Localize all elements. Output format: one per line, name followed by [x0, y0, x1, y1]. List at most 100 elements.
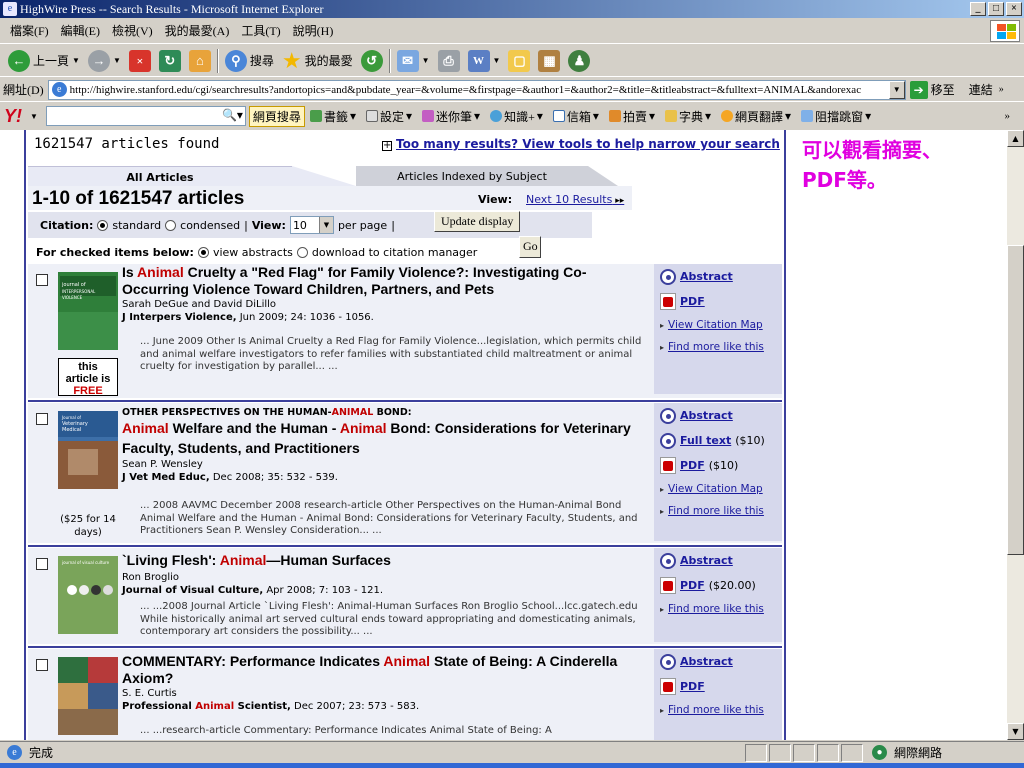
update-display-button[interactable]: Update display — [434, 211, 521, 232]
search-button[interactable]: ⚲ 搜尋 — [221, 47, 278, 75]
per-page-select[interactable]: 10 ▼ — [289, 216, 334, 234]
scroll-up-button[interactable]: ▲ — [1007, 130, 1024, 147]
scroll-down-button[interactable]: ▼ — [1007, 723, 1024, 740]
title-highlight: Animal — [122, 420, 169, 436]
menu-bar: 檔案(F) 編輯(E) 檢視(V) 我的最愛(A) 工具(T) 說明(H) — [0, 18, 1024, 44]
pdf-link[interactable]: PDF — [680, 295, 705, 308]
minimize-button[interactable]: _ — [970, 2, 986, 16]
article-text: COMMENTARY: Performance Indicates Animal… — [122, 649, 652, 738]
yahoo-mini[interactable]: 迷你筆 ▾ — [417, 108, 485, 125]
home-button[interactable]: ⌂ — [185, 47, 215, 75]
find-more-link[interactable]: Find more like this — [668, 603, 764, 615]
history-button[interactable]: ↺ — [357, 47, 387, 75]
forward-button[interactable]: → ▼ — [84, 47, 125, 75]
address-input[interactable]: e http://highwire.stanford.edu/cgi/searc… — [47, 79, 906, 100]
abstract-link[interactable]: Abstract — [680, 655, 733, 668]
stop-button[interactable]: × — [125, 47, 155, 75]
back-button[interactable]: ← 上一頁 ▼ — [4, 47, 84, 75]
yahoo-web-search-button[interactable]: 網頁搜尋 — [248, 105, 305, 127]
status-panel — [841, 743, 863, 762]
svg-text:VIOLENCE: VIOLENCE — [62, 295, 83, 300]
menu-edit[interactable]: 編輯(E) — [55, 22, 106, 39]
favorites-button[interactable]: ★ 我的最愛 — [278, 47, 357, 75]
mail-icon: ✉ — [396, 49, 419, 72]
popup-blocker-icon — [801, 110, 814, 122]
links-button[interactable]: 連結 — [969, 81, 993, 98]
vertical-scrollbar[interactable]: ▲ ▼ — [1007, 130, 1024, 740]
print-button[interactable]: ⎙ — [434, 47, 464, 75]
article-checkbox[interactable] — [36, 659, 48, 671]
journal-name: Scientist, — [234, 701, 291, 712]
chevron-right-icon[interactable]: » — [999, 84, 1004, 95]
yahoo-mail[interactable]: 信箱 ▾ — [548, 108, 604, 125]
abstract-link[interactable]: Abstract — [680, 409, 733, 422]
article-checkbox[interactable] — [36, 274, 48, 286]
yahoo-popup-blocker[interactable]: 阻擋跳窗 ▾ — [796, 108, 876, 125]
article-row: COMMENTARY: Performance Indicates Animal… — [28, 649, 782, 740]
mail-button[interactable]: ✉ ▼ — [393, 47, 434, 75]
tab-all-articles[interactable]: All Articles — [28, 166, 292, 186]
edit-button[interactable]: W ▼ — [464, 47, 505, 75]
address-label: 網址(D) — [3, 83, 44, 97]
discuss-button[interactable]: ▢ — [504, 47, 534, 75]
pdf-link[interactable]: PDF — [680, 459, 705, 472]
view-abstracts-radio[interactable] — [197, 246, 209, 258]
pdf-icon — [660, 577, 676, 594]
menu-favorites[interactable]: 我的最愛(A) — [159, 22, 236, 39]
condensed-radio[interactable] — [165, 219, 177, 231]
yahoo-bookmarks[interactable]: 書籤 ▾ — [305, 108, 361, 125]
go-button[interactable]: ➔ 移至 — [909, 80, 955, 99]
abstract-link[interactable]: Abstract — [680, 554, 733, 567]
refresh-button[interactable]: ↻ — [155, 47, 185, 75]
download-citation-label: download to citation manager — [311, 245, 478, 259]
article-title[interactable]: `Living Flesh': Animal—Human Surfaces — [122, 552, 652, 569]
yahoo-search-input[interactable]: 🔍▾ — [45, 106, 246, 126]
tab-indexed-by-subject[interactable]: Articles Indexed by Subject — [356, 166, 588, 186]
citation-map-link[interactable]: View Citation Map — [668, 319, 763, 331]
yahoo-translate[interactable]: 網頁翻譯 ▾ — [716, 108, 796, 125]
zone-label: 網際網路 — [894, 746, 943, 760]
article-citation: Professional Animal Scientist, Dec 2007;… — [122, 700, 652, 713]
menu-file[interactable]: 檔案(F) — [4, 22, 55, 39]
research-button[interactable]: ▦ — [534, 47, 564, 75]
find-more-link[interactable]: Find more like this — [668, 341, 764, 353]
article-title[interactable]: Animal Welfare and the Human - Animal Bo… — [122, 418, 652, 458]
condensed-label: condensed — [180, 218, 241, 232]
standard-radio[interactable] — [97, 219, 109, 231]
pdf-link[interactable]: PDF — [680, 579, 705, 592]
divider: | — [391, 218, 395, 232]
find-more-link[interactable]: Find more like this — [668, 704, 764, 716]
pdf-link[interactable]: PDF — [680, 680, 705, 693]
messenger-button[interactable]: ♟ — [564, 47, 594, 75]
menu-view[interactable]: 檢視(V) — [106, 22, 159, 39]
go-button[interactable]: Go — [519, 236, 541, 258]
yahoo-dictionary[interactable]: 字典 ▾ — [660, 108, 716, 125]
next-results-link[interactable]: Next 10 Results ▸▸ — [526, 193, 624, 206]
fulltext-icon — [660, 432, 676, 449]
chevron-right-icon[interactable]: » — [1005, 110, 1011, 122]
yahoo-auction[interactable]: 拍賣 ▾ — [604, 108, 660, 125]
article-title[interactable]: COMMENTARY: Performance Indicates Animal… — [122, 653, 652, 687]
article-title[interactable]: Is Animal Cruelty a "Red Flag" for Famil… — [122, 264, 652, 298]
menu-help[interactable]: 說明(H) — [287, 22, 340, 39]
yahoo-knowledge[interactable]: 知識+ ▾ — [485, 108, 548, 125]
article-checkbox[interactable] — [36, 558, 48, 570]
citation-map-link[interactable]: View Citation Map — [668, 483, 763, 495]
maximize-button[interactable]: □ — [988, 2, 1004, 16]
fulltext-link[interactable]: Full text — [680, 434, 731, 447]
chevron-down-icon[interactable]: ▼ — [30, 112, 38, 121]
free-badge-line3: FREE — [73, 385, 103, 397]
download-citation-radio[interactable] — [296, 246, 308, 258]
yahoo-settings[interactable]: 設定 ▾ — [361, 108, 417, 125]
address-dropdown-button[interactable]: ▼ — [888, 80, 905, 99]
close-button[interactable]: × — [1006, 2, 1022, 16]
annotation-line2: PDF等。 — [802, 168, 887, 192]
article-checkbox[interactable] — [36, 413, 48, 425]
scroll-thumb[interactable] — [1007, 245, 1024, 555]
find-more-link[interactable]: Find more like this — [668, 505, 764, 517]
narrow-search-link[interactable]: + Too many results? View tools to help na… — [382, 137, 780, 151]
search-results-panel: 1621547 articles found + Too many results… — [24, 130, 786, 740]
bullet-icon: ▸ — [660, 705, 665, 715]
menu-tools[interactable]: 工具(T) — [235, 22, 286, 39]
abstract-link[interactable]: Abstract — [680, 270, 733, 283]
